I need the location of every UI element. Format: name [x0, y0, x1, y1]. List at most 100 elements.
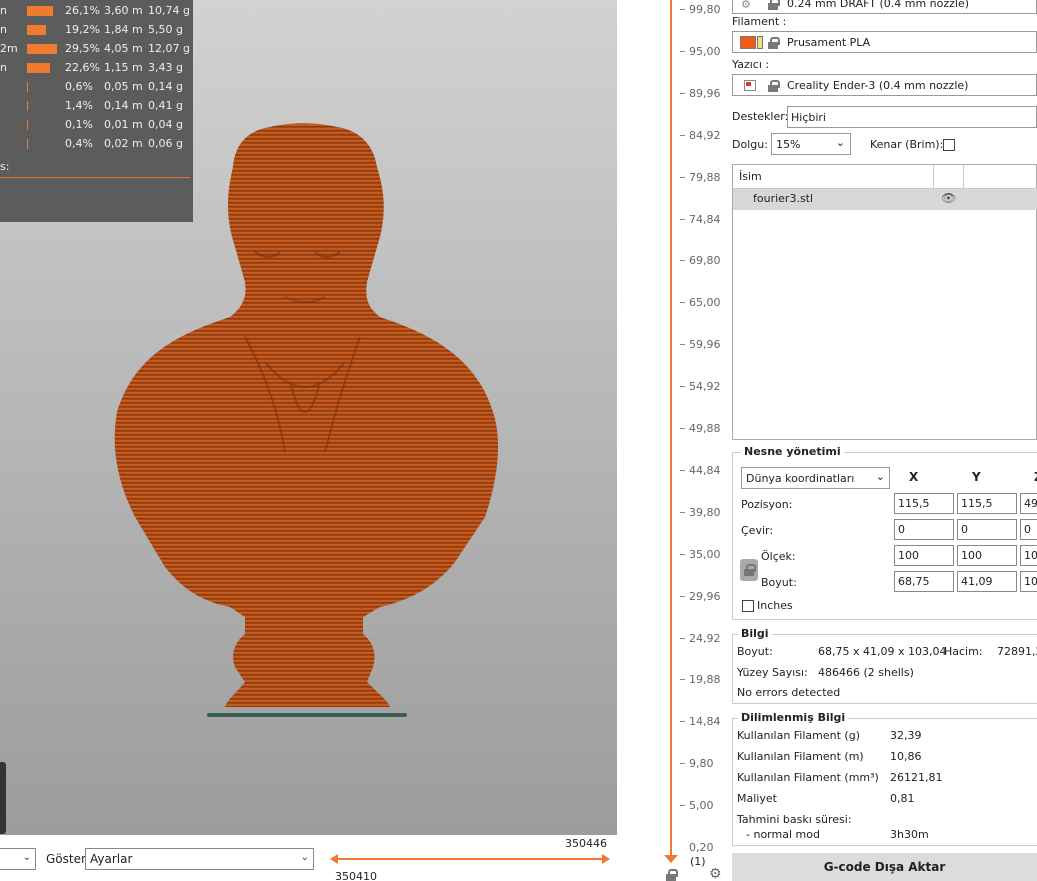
- normal-mode-value: 3h30m: [890, 828, 929, 841]
- name-column-header: İsim: [739, 170, 762, 183]
- infill-label: Dolgu:: [732, 138, 768, 151]
- rotate-x-input[interactable]: 0: [894, 519, 954, 540]
- printer-combo[interactable]: Creality Ender-3 (0.4 mm nozzle): [732, 74, 1037, 96]
- eye-icon[interactable]: 👁: [941, 191, 956, 205]
- object-list-header: İsim: [733, 165, 1037, 189]
- layer-tick: 65,00: [672, 296, 721, 309]
- sliced-info-label: Kullanılan Filament (mm³): [737, 771, 879, 784]
- lock-icon[interactable]: [666, 869, 678, 881]
- rotate-z-input[interactable]: 0: [1020, 519, 1037, 540]
- range-bottom-value: 350410: [335, 870, 377, 881]
- chevron-down-icon: ⌄: [300, 852, 309, 863]
- slider-track: [334, 858, 606, 860]
- slider-left-handle[interactable]: [330, 854, 338, 864]
- legend-row: n 22,6% 1,15 m 3,43 g: [0, 59, 193, 75]
- infill-combo[interactable]: 15% ⌄: [771, 133, 851, 155]
- position-x-input[interactable]: 115,5: [894, 493, 954, 514]
- layer-tick-label: 69,80: [689, 254, 721, 268]
- sliced-info-value: 10,86: [890, 750, 922, 763]
- layer-tick-label: 99,80: [689, 3, 721, 16]
- scale-y-input[interactable]: 100: [957, 545, 1017, 566]
- layer-tick: 19,88: [672, 673, 721, 686]
- legend-length: 3,60 m: [104, 4, 143, 17]
- layer-tick: 69,80: [672, 254, 721, 267]
- legend-percent: 26,1%: [65, 4, 100, 17]
- legend-weight: 5,50 g: [148, 23, 183, 36]
- view-type-select[interactable]: ⌄: [0, 848, 36, 870]
- legend-row: 0,6% 0,05 m 0,14 g: [0, 78, 193, 94]
- layer-number-label: (1): [690, 855, 706, 868]
- right-settings-panel: ⚙ 0.24 mm DRAFT (0.4 mm nozzle) Filament…: [732, 0, 1037, 881]
- rotate-label: Çevir:: [741, 524, 774, 537]
- layer-tick: 39,80: [672, 506, 721, 519]
- object-row[interactable]: fourier3.stl 👁: [733, 189, 1037, 210]
- brim-label: Kenar (Brim):: [870, 138, 944, 151]
- layer-tick: 44,84: [672, 464, 721, 477]
- layer-tick-label: 74,84: [689, 212, 721, 226]
- legend-weight: 12,07 g: [148, 42, 190, 55]
- model-bust-preview[interactable]: [105, 122, 505, 720]
- supports-value: Hiçbiri: [791, 111, 826, 124]
- legend-weight: 3,43 g: [148, 61, 183, 74]
- layer-tick: 5,00: [672, 799, 714, 812]
- slider-right-handle[interactable]: [602, 854, 610, 864]
- size-z-input[interactable]: 10: [1020, 571, 1037, 592]
- layer-tick: 0,20: [672, 841, 714, 854]
- rotate-y-input[interactable]: 0: [957, 519, 1017, 540]
- position-z-input[interactable]: 49: [1020, 493, 1037, 514]
- printer-label: Yazıcı :: [732, 58, 770, 71]
- gear-icon[interactable]: ⚙: [709, 866, 722, 881]
- size-y-input[interactable]: 41,09: [957, 571, 1017, 592]
- layer-slider-handle[interactable]: [664, 855, 678, 863]
- info-title: Bilgi: [738, 627, 772, 640]
- info-volume-value: 72891,2: [997, 645, 1037, 658]
- legend-row: 1,4% 0,14 m 0,41 g: [0, 97, 193, 113]
- legend-row: n 19,2% 1,84 m 5,50 g: [0, 21, 193, 37]
- object-manipulation-title: Nesne yönetimi: [741, 445, 844, 458]
- layer-tick: 89,96: [672, 87, 721, 100]
- layer-tick-label: 35,00: [689, 547, 721, 561]
- goster-select[interactable]: Ayarlar ⌄: [85, 848, 314, 870]
- inches-checkbox[interactable]: [742, 600, 754, 612]
- build-plate: [207, 713, 407, 717]
- print-profile-combo[interactable]: ⚙ 0.24 mm DRAFT (0.4 mm nozzle): [732, 0, 1037, 14]
- position-y-input[interactable]: 115,5: [957, 493, 1017, 514]
- scale-z-input[interactable]: 10: [1020, 545, 1037, 566]
- layer-tick-label: 65,00: [689, 296, 721, 310]
- layer-tick-label: 0,20: [689, 841, 714, 854]
- lock-icon: [768, 0, 780, 10]
- supports-combo[interactable]: Hiçbiri: [787, 106, 1037, 128]
- sliced-info-value: 32,39: [890, 729, 922, 742]
- legend-percent: 1,4%: [65, 99, 93, 112]
- goster-label: Göster: [46, 852, 86, 866]
- layer-tick: 54,92: [672, 380, 721, 393]
- side-panel-tab[interactable]: [0, 762, 6, 834]
- brim-checkbox[interactable]: [943, 139, 955, 151]
- layer-tick-label: 95,00: [689, 44, 721, 58]
- coordinate-system-combo[interactable]: Dünya koordinatları ⌄: [741, 467, 890, 489]
- size-x-input[interactable]: 68,75: [894, 571, 954, 592]
- legend-bar: [27, 139, 28, 149]
- 3d-viewport[interactable]: n 26,1% 3,60 m 10,74 g n 19,2% 1,84 m 5,50 g 2m 2…: [0, 0, 617, 835]
- lock-icon: [744, 564, 756, 576]
- object-list[interactable]: İsim fourier3.stl 👁: [732, 164, 1037, 440]
- legend-row-name: n: [0, 61, 7, 74]
- layer-tick: 74,84: [672, 213, 721, 226]
- sliced-info-title: Dilimlenmiş Bilgi: [738, 711, 849, 724]
- layer-tick-label: 44,84: [689, 463, 721, 477]
- legend-length: 4,05 m: [104, 42, 143, 55]
- sliced-info-label: Kullanılan Filament (m): [737, 750, 864, 763]
- legend-percent: 22,6%: [65, 61, 100, 74]
- scale-x-input[interactable]: 100: [894, 545, 954, 566]
- horizontal-move-slider[interactable]: [330, 854, 610, 864]
- info-errors: No errors detected: [737, 686, 841, 699]
- legend-bar: [27, 44, 57, 54]
- export-gcode-button[interactable]: G-code Dışa Aktar: [732, 853, 1037, 881]
- legend-bar: [27, 25, 46, 35]
- filament-combo[interactable]: Prusament PLA: [732, 31, 1037, 53]
- layer-tick-label: 39,80: [689, 505, 721, 519]
- layer-tick: 95,00: [672, 45, 721, 58]
- legend-bar: [27, 101, 28, 111]
- info-facets-label: Yüzey Sayısı:: [737, 666, 808, 679]
- uniform-scale-lock-button[interactable]: [740, 559, 758, 581]
